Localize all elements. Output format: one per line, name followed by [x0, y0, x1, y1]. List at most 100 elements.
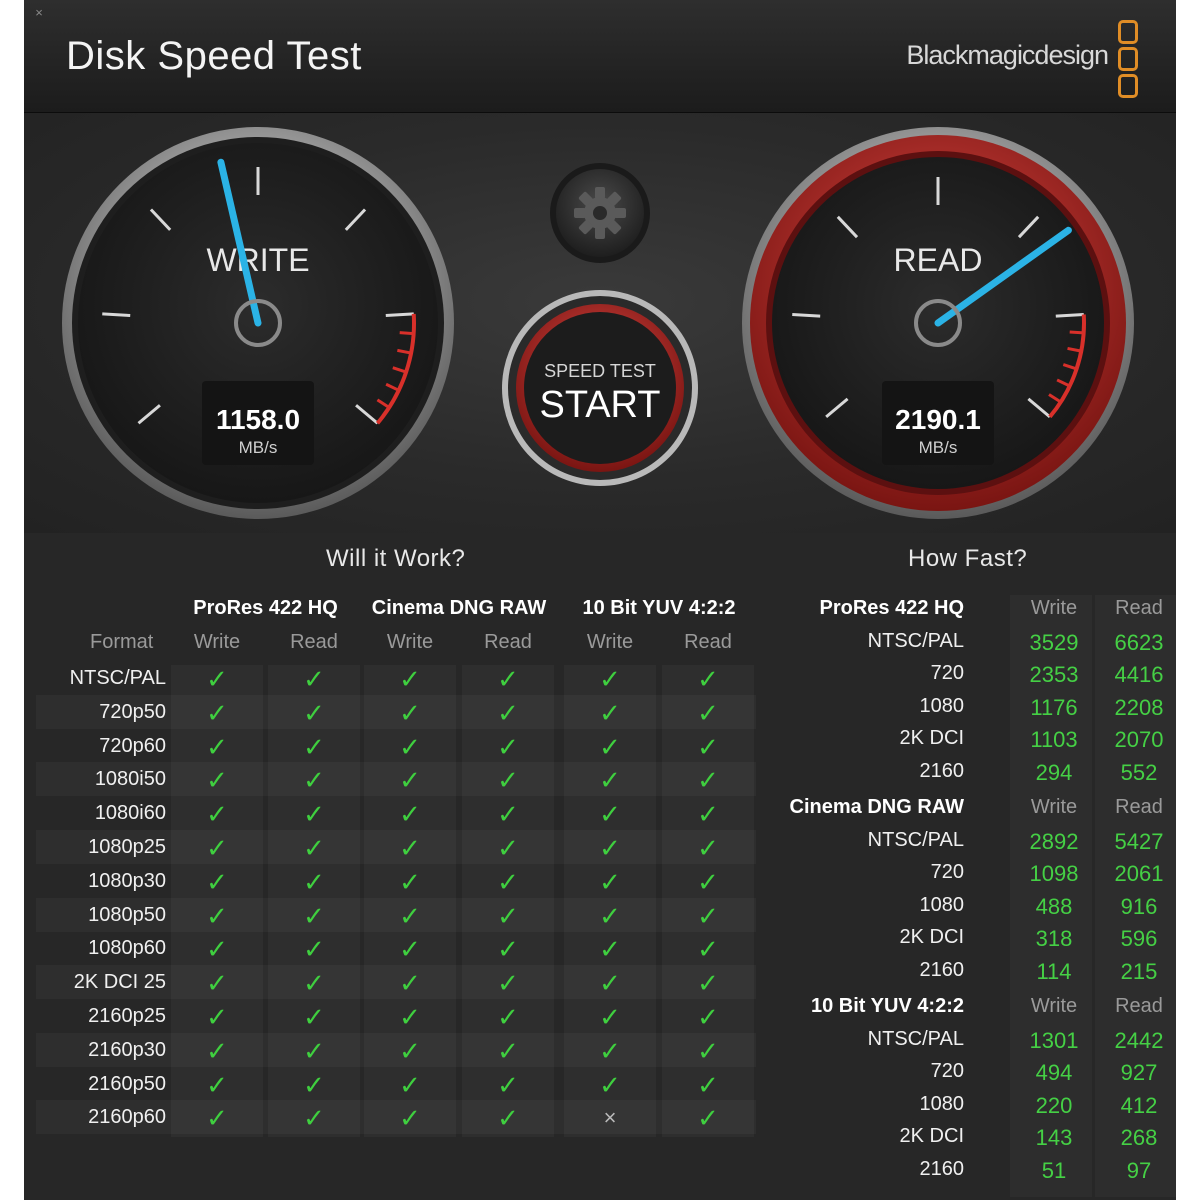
checkmark-icon: ✓ — [399, 1069, 421, 1100]
checkmark-icon: ✓ — [303, 900, 325, 931]
speed-row: 2160 51 97 — [774, 1156, 1174, 1188]
checkmark-icon: ✓ — [697, 697, 719, 728]
write-fps-value: 494 — [1035, 1060, 1073, 1085]
format-label: 1080 — [919, 1092, 965, 1115]
read-fps-value: 412 — [1120, 1092, 1158, 1118]
format-label: 2K DCI 25 — [73, 971, 166, 994]
table-row: 2160p60 ✓ ✓ ✓ ✓ × ✓ — [36, 1100, 756, 1134]
gauges-panel: WRITE 1158.0 MB/s READ 2190.1 MB/s SPEED… — [24, 113, 1176, 533]
speed-row: 2K DCI 318 596 — [774, 924, 1174, 956]
write-fps-value: 220 — [1035, 1092, 1073, 1118]
checkmark-icon: ✓ — [599, 731, 621, 762]
speed-row: NTSC/PAL 2892 5427 — [774, 827, 1174, 859]
checkmark-icon: ✓ — [497, 1002, 519, 1032]
checkmark-icon: ✓ — [599, 934, 621, 965]
write-read-subheader: Write — [386, 631, 434, 653]
gear-icon — [574, 187, 626, 239]
checkmark-icon: ✓ — [303, 799, 325, 830]
read-fps-value: 268 — [1120, 1125, 1158, 1150]
start-button[interactable]: SPEED TEST START — [502, 290, 698, 486]
checkmark-icon: ✓ — [599, 866, 621, 897]
read-major-tick — [1055, 313, 1084, 318]
close-icon[interactable]: × — [32, 6, 46, 20]
read-gauge: READ 2190.1 MB/s — [742, 127, 1134, 519]
codec-group-header: Cinema DNG RAW — [371, 597, 547, 619]
checkmark-icon: ✓ — [697, 731, 719, 762]
checkmark-icon: ✓ — [599, 968, 621, 999]
write-read-subheader: Read — [484, 631, 532, 653]
table-row: 1080p50 ✓ ✓ ✓ ✓ ✓ ✓ — [36, 898, 756, 932]
speed-section-header: 10 Bit YUV 4:2:2 Write Read — [774, 993, 1174, 1025]
checkmark-icon: ✓ — [206, 1035, 228, 1066]
format-label: 2160p30 — [88, 1038, 166, 1061]
checkmark-icon: ✓ — [497, 866, 519, 897]
write-read-subheader: Write — [586, 631, 634, 653]
read-unit: MB/s — [919, 438, 958, 457]
checkmark-icon: ✓ — [303, 1069, 325, 1100]
app-title: Disk Speed Test — [66, 34, 362, 78]
write-major-tick — [385, 312, 414, 318]
checkmark-icon: ✓ — [599, 664, 621, 694]
format-label: 720p50 — [99, 700, 166, 723]
checkmark-icon: ✓ — [303, 664, 325, 694]
checkmark-icon: ✓ — [599, 1035, 621, 1066]
format-label: NTSC/PAL — [867, 629, 964, 652]
table-row: 720p60 ✓ ✓ ✓ ✓ ✓ ✓ — [36, 729, 756, 763]
checkmark-icon: ✓ — [206, 1002, 228, 1032]
read-fps-value: 552 — [1120, 759, 1158, 785]
format-label: 2K DCI — [899, 727, 964, 749]
write-fps-value: 2353 — [1029, 662, 1079, 687]
format-label: 1080i50 — [94, 768, 166, 791]
write-header: Write — [1030, 995, 1078, 1017]
app-window: × Disk Speed Test Blackmagicdesign WRITE… — [24, 0, 1176, 1200]
checkmark-icon: ✓ — [697, 1002, 719, 1032]
read-fps-value: 4416 — [1114, 662, 1164, 687]
checkmark-icon: ✓ — [599, 765, 621, 796]
write-header: Write — [1030, 796, 1078, 818]
speed-row: NTSC/PAL 3529 6623 — [774, 628, 1174, 660]
codec-name: Cinema DNG RAW — [789, 796, 964, 818]
speed-row: NTSC/PAL 1301 2442 — [774, 1026, 1174, 1058]
write-fps-value: 1301 — [1029, 1027, 1079, 1053]
brand-logo-icon — [1118, 20, 1138, 98]
will-it-work-title: Will it Work? — [326, 545, 466, 572]
read-value: 2190.1 — [895, 404, 981, 435]
read-fps-value: 2061 — [1114, 861, 1164, 886]
format-label: 2K DCI — [899, 926, 964, 948]
read-header: Read — [1115, 597, 1163, 619]
checkmark-icon: ✓ — [399, 934, 421, 965]
table-row: 2160p25 ✓ ✓ ✓ ✓ ✓ ✓ — [36, 999, 756, 1033]
checkmark-icon: ✓ — [206, 833, 228, 863]
read-fps-value: 596 — [1120, 926, 1158, 951]
speed-row: 2160 294 552 — [774, 758, 1174, 790]
checkmark-icon: ✓ — [399, 866, 421, 897]
format-label: 720 — [930, 1060, 964, 1082]
checkmark-icon: ✓ — [599, 1069, 621, 1100]
write-fps-value: 143 — [1035, 1125, 1073, 1150]
format-label: 1080 — [919, 893, 965, 916]
checkmark-icon: ✓ — [697, 1069, 719, 1100]
codec-name: 10 Bit YUV 4:2:2 — [810, 995, 964, 1017]
checkmark-icon: ✓ — [206, 866, 228, 897]
codec-name: ProRes 422 HQ — [819, 597, 964, 619]
read-fps-value: 215 — [1120, 958, 1158, 984]
format-label: 1080p30 — [88, 869, 166, 892]
table-row: NTSC/PAL ✓ ✓ ✓ ✓ ✓ ✓ — [36, 661, 756, 695]
write-read-subheader: Read — [684, 631, 732, 653]
read-redline-tick — [1069, 330, 1084, 335]
table-row: 2K DCI 25 ✓ ✓ ✓ ✓ ✓ ✓ — [36, 965, 756, 999]
checkmark-icon: ✓ — [497, 833, 519, 863]
checkmark-icon: ✓ — [303, 968, 325, 999]
format-label: NTSC/PAL — [867, 1027, 964, 1050]
checkmark-icon: ✓ — [497, 664, 519, 694]
checkmark-icon: ✓ — [303, 1103, 325, 1134]
format-label: 1080 — [919, 694, 965, 717]
checkmark-icon: ✓ — [303, 833, 325, 863]
speed-row: 1080 220 412 — [774, 1091, 1174, 1123]
checkmark-icon: ✓ — [206, 731, 228, 762]
checkmark-icon: ✓ — [399, 799, 421, 830]
settings-button[interactable] — [550, 163, 650, 263]
write-header: Write — [1030, 597, 1078, 619]
checkmark-icon: ✓ — [599, 900, 621, 931]
checkmark-icon: ✓ — [206, 765, 228, 796]
